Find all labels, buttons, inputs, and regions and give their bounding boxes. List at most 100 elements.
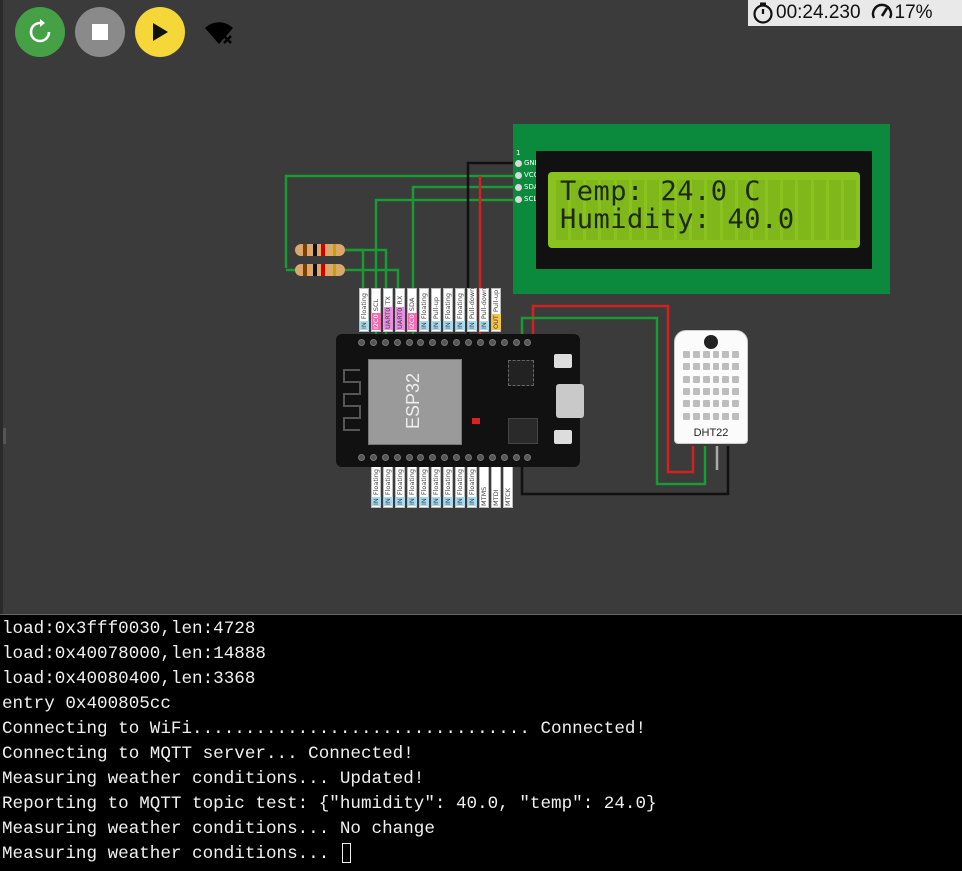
reset-button[interactable] — [554, 430, 572, 444]
lcd-pin-gnd[interactable] — [515, 160, 522, 167]
boot-button[interactable] — [554, 354, 572, 368]
pin-function: Pull-up — [432, 297, 440, 320]
pin-function: SCL — [372, 298, 380, 312]
pin-mode: UART0 — [396, 306, 405, 330]
pin-function: Floating — [456, 469, 464, 496]
terminal-line: Connecting to WiFi......................… — [2, 719, 647, 739]
pin-function: Floating — [456, 293, 464, 320]
pin-mode: UART0 — [384, 306, 393, 330]
terminal-cursor — [341, 843, 351, 864]
pin-tag: IN Floating — [407, 466, 417, 508]
lcd-display[interactable]: 1 GND VCC SDA SCL Temp: 24.0 C Humidity:… — [513, 124, 890, 294]
pin-mode: IN — [384, 497, 393, 506]
dht22-top-notch — [704, 335, 718, 349]
pin-tag: IN Floating — [431, 466, 441, 508]
status-led — [472, 418, 480, 424]
pin-function: TX — [384, 296, 392, 305]
pin-tag: IN Floating — [467, 466, 477, 508]
pin-tag: I2C0 SCL — [371, 288, 381, 332]
terminal-line: Connecting to MQTT server... Connected! — [2, 744, 414, 764]
pin-function: Pull-up — [492, 289, 500, 313]
usb-port — [556, 384, 584, 418]
pin-mode: IN — [420, 497, 429, 506]
pin-tag: IN Floating — [455, 466, 465, 508]
pin-tag: I2C0 SDA — [407, 288, 417, 332]
pin-mode: IN — [456, 321, 465, 330]
esp32-bottom-header — [358, 454, 558, 462]
serial-monitor[interactable]: load:0x3fff0030,len:4728 load:0x40078000… — [0, 614, 962, 871]
pin-function: Floating — [372, 469, 380, 496]
pin-tag: OUT Pull-up — [491, 288, 501, 332]
dht22-sensor[interactable]: DHT22 — [674, 330, 748, 444]
pin-function: Floating — [444, 469, 452, 496]
regulator — [508, 418, 538, 444]
pin-mode: IN — [468, 497, 477, 506]
pin-function: MTCK — [504, 488, 512, 506]
pin-function: Floating — [384, 469, 392, 496]
esp32-top-header — [358, 339, 558, 347]
pin-function: Floating — [408, 469, 416, 496]
pin-tag: IN Floating — [383, 466, 393, 508]
terminal-input-line[interactable]: Measuring weather conditions... — [2, 842, 962, 867]
pin-tag: IN Floating — [455, 288, 465, 332]
pin-mode: I2C0 — [408, 313, 417, 330]
pin-mode: OUT — [492, 314, 501, 330]
pin-tag: MTCK — [503, 466, 513, 508]
pin-function: Floating — [468, 469, 476, 496]
pin-tag: IN Pull-down — [467, 288, 477, 332]
dht22-label: DHT22 — [693, 427, 729, 439]
pin-tag: IN Floating — [443, 466, 453, 508]
pin-function: Floating — [444, 293, 452, 320]
lcd-pin-sda[interactable] — [515, 184, 522, 191]
pin-mode: IN — [468, 321, 477, 330]
simulation-canvas[interactable]: 00:24.230 17% 1 GND VCC SDA SCL Temp: 24… — [0, 0, 962, 614]
lcd-bezel: Temp: 24.0 C Humidity: 40.0 — [536, 151, 872, 269]
pin-tag: UART0 TX — [383, 288, 393, 332]
terminal-line: Measuring weather conditions... Updated! — [2, 769, 425, 789]
pin-function: Floating — [360, 293, 368, 320]
pin-function: Pull-down — [468, 287, 476, 320]
terminal-line: entry 0x400805cc — [2, 694, 171, 714]
pin-tag: IN Pull-down — [479, 288, 489, 332]
pin-tag: IN Floating — [443, 288, 453, 332]
pin-mode: IN — [456, 497, 465, 506]
pin-mode: IN — [396, 497, 405, 506]
pin-tag: IN Floating — [359, 288, 369, 332]
pin-function: Floating — [420, 469, 428, 496]
lcd-line-2: Humidity: 40.0 — [560, 204, 795, 235]
terminal-line: Measuring weather conditions... No chang… — [2, 819, 435, 839]
lcd-line-1: Temp: 24.0 C — [560, 176, 762, 207]
terminal-line: load:0x40078000,len:14888 — [2, 644, 266, 664]
pin-tag: IN Floating — [371, 466, 381, 508]
pin-tag: MTDI — [491, 466, 501, 508]
pin-tag: IN Floating — [419, 466, 429, 508]
lcd-pin-scl[interactable] — [515, 196, 522, 203]
pin-mode: IN — [432, 497, 441, 506]
pin-function: Pull-down — [480, 287, 488, 320]
terminal-line: Measuring weather conditions... — [2, 844, 340, 864]
terminal-line: Reporting to MQTT topic test: {"humidity… — [2, 794, 657, 814]
pin-function: Floating — [420, 293, 428, 320]
pin-mode: IN — [408, 497, 417, 506]
esp32-board[interactable]: ESP32 — [336, 334, 584, 467]
terminal-line: load:0x40080400,len:3368 — [2, 669, 256, 689]
pin-tag: MTMS — [479, 466, 489, 508]
pin-tag: IN Floating — [419, 288, 429, 332]
pin-function: MTMS — [480, 486, 488, 506]
pin-tag: IN Pull-up — [431, 288, 441, 332]
pin-function: MTDI — [492, 489, 500, 506]
pin-function: Floating — [432, 469, 440, 496]
terminal-line: load:0x3fff0030,len:4728 — [2, 619, 256, 639]
esp32-label: ESP32 — [402, 372, 423, 430]
lcd-pin-index: 1 — [516, 149, 521, 157]
pin-mode: I2C0 — [372, 313, 381, 330]
lcd-pin-vcc[interactable] — [515, 172, 522, 179]
pin-function: Floating — [396, 469, 404, 496]
pin-mode: IN — [360, 321, 369, 330]
antenna-trace — [343, 369, 361, 431]
pin-mode: IN — [444, 321, 453, 330]
pin-mode: IN — [372, 497, 381, 506]
lcd-screen: Temp: 24.0 C Humidity: 40.0 — [548, 172, 860, 248]
dht22-vents — [683, 351, 739, 421]
pin-tag: IN Floating — [395, 466, 405, 508]
